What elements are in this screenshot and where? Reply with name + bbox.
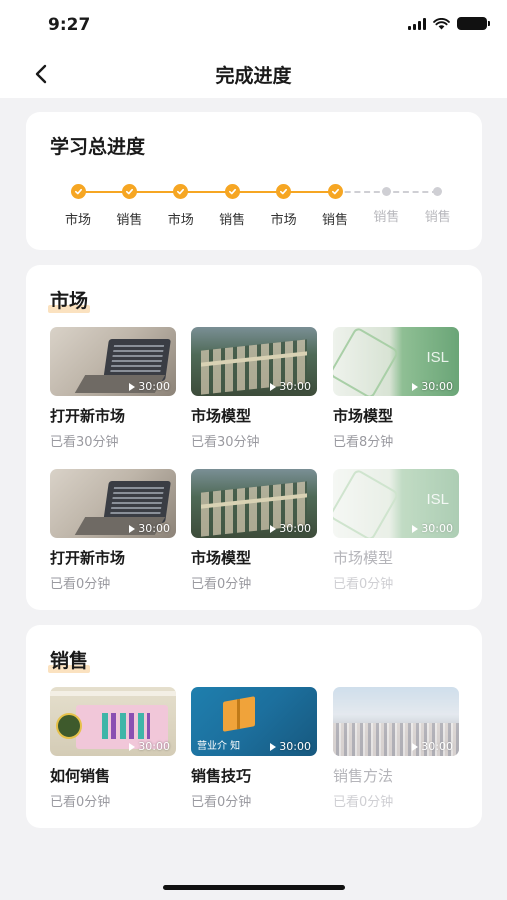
- course-card[interactable]: 30:00 打开新市场已看30分钟: [50, 327, 176, 450]
- play-icon: [129, 524, 136, 533]
- duration-text: 30:00: [138, 740, 170, 753]
- course-title: 市场模型: [333, 549, 394, 567]
- overall-progress-card: 学习总进度 市场 销售 市场 销售 市场 销售 销售 销售: [26, 112, 482, 250]
- course-watched-time: 已看0分钟: [50, 795, 111, 810]
- duration-text: 30:00: [138, 522, 170, 535]
- duration-text: 30:00: [279, 380, 311, 393]
- check-circle-icon: [173, 184, 189, 199]
- duration-badge: 30:00: [129, 522, 170, 535]
- duration-badge: 30:00: [412, 740, 453, 753]
- thumbnail-caption: ISL: [426, 491, 449, 508]
- play-icon: [270, 524, 277, 533]
- course-card[interactable]: 30:00 打开新市场已看0分钟: [50, 469, 176, 592]
- course-watched-time: 已看0分钟: [191, 795, 252, 810]
- thumbnail-caption: 营业介 知: [197, 741, 241, 752]
- course-title: 如何销售: [50, 767, 111, 785]
- course-card[interactable]: 30:00 市场模型已看30分钟: [191, 327, 317, 450]
- course-title: 销售方法: [333, 767, 394, 785]
- duration-badge: 30:00: [270, 380, 311, 393]
- course-watched-time: 已看0分钟: [50, 577, 111, 592]
- check-circle-icon: [224, 184, 240, 199]
- thumbnail-caption: ISL: [426, 349, 449, 366]
- course-title: 打开新市场: [50, 407, 126, 425]
- course-thumbnail: 30:00: [50, 687, 176, 756]
- check-circle-icon: [327, 184, 343, 199]
- duration-text: 30:00: [279, 740, 311, 753]
- course-thumbnail: 30:00: [191, 327, 317, 396]
- sales-section-title: 销售: [48, 650, 91, 673]
- course-thumbnail: 30:00: [191, 469, 317, 538]
- course-title: 销售技巧: [191, 767, 252, 785]
- duration-badge: 30:00: [270, 522, 311, 535]
- wifi-icon: [433, 17, 450, 29]
- course-watched-time: 已看8分钟: [333, 435, 394, 450]
- course-thumbnail: 营业介 知 30:00: [191, 687, 317, 756]
- page-title: 完成进度: [215, 65, 292, 87]
- play-icon: [412, 742, 419, 751]
- check-circle-icon: [70, 184, 86, 199]
- play-icon: [270, 742, 277, 751]
- duration-badge: 30:00: [412, 522, 453, 535]
- course-thumbnail: 30:00: [50, 327, 176, 396]
- play-icon: [129, 382, 136, 391]
- course-title: 市场模型: [333, 407, 394, 425]
- course-thumbnail: ISL 30:00: [333, 469, 459, 538]
- status-time: 9:27: [48, 15, 91, 35]
- duration-text: 30:00: [421, 380, 453, 393]
- check-circle-icon: [121, 184, 137, 199]
- play-icon: [129, 742, 136, 751]
- course-thumbnail: 30:00: [333, 687, 459, 756]
- course-watched-time: 已看0分钟: [333, 795, 394, 810]
- duration-badge: 30:00: [412, 380, 453, 393]
- course-title: 市场模型: [191, 549, 252, 567]
- play-icon: [412, 524, 419, 533]
- course-card[interactable]: 30:00 销售方法已看0分钟: [333, 687, 459, 810]
- cellular-signal-icon: [408, 17, 426, 30]
- play-icon: [270, 382, 277, 391]
- course-card[interactable]: ISL 30:00 市场模型已看0分钟: [333, 469, 459, 592]
- duration-badge: 30:00: [129, 740, 170, 753]
- course-card[interactable]: 30:00 如何销售已看0分钟: [50, 687, 176, 810]
- battery-icon: [457, 17, 490, 30]
- course-watched-time: 已看30分钟: [50, 435, 119, 450]
- course-title: 打开新市场: [50, 549, 126, 567]
- course-watched-time: 已看30分钟: [191, 435, 260, 450]
- home-indicator: [163, 885, 345, 890]
- duration-text: 30:00: [138, 380, 170, 393]
- course-watched-time: 已看0分钟: [333, 577, 394, 592]
- sales-section-card: 销售 30:00 如何销售 已看0分钟 营业介 知 30:00 销售技巧 已看0分钟 30:0…: [26, 625, 482, 828]
- market-section-title: 市场: [48, 290, 91, 313]
- market-section-card: 市场 30:00 打开新市场 已看30分钟 30:00 市场模型 已看30分钟 ISL 30:…: [26, 265, 482, 610]
- duration-text: 30:00: [421, 522, 453, 535]
- course-card[interactable]: 30:00 市场模型已看0分钟: [191, 469, 317, 592]
- course-card[interactable]: ISL 30:00 市场模型已看8分钟: [333, 327, 459, 450]
- course-thumbnail: 30:00: [50, 469, 176, 538]
- status-icons: [408, 17, 490, 30]
- progress-step: 销售: [408, 184, 468, 225]
- course-watched-time: 已看0分钟: [191, 577, 252, 592]
- check-circle-icon: [276, 184, 292, 199]
- duration-text: 30:00: [421, 740, 453, 753]
- duration-badge: 30:00: [129, 380, 170, 393]
- duration-text: 30:00: [279, 522, 311, 535]
- progress-step-label: 销售: [424, 210, 451, 225]
- course-thumbnail: ISL 30:00: [333, 327, 459, 396]
- pending-dot-icon: [433, 187, 443, 196]
- course-card[interactable]: 营业介 知 30:00 销售技巧已看0分钟: [191, 687, 317, 810]
- navigation-bar: 完成进度: [0, 50, 507, 98]
- play-icon: [412, 382, 419, 391]
- overall-progress-title: 学习总进度: [50, 136, 146, 158]
- course-title: 市场模型: [191, 407, 252, 425]
- pending-dot-icon: [381, 187, 391, 196]
- duration-badge: 30:00: [270, 740, 311, 753]
- status-bar: 9:27: [0, 0, 507, 50]
